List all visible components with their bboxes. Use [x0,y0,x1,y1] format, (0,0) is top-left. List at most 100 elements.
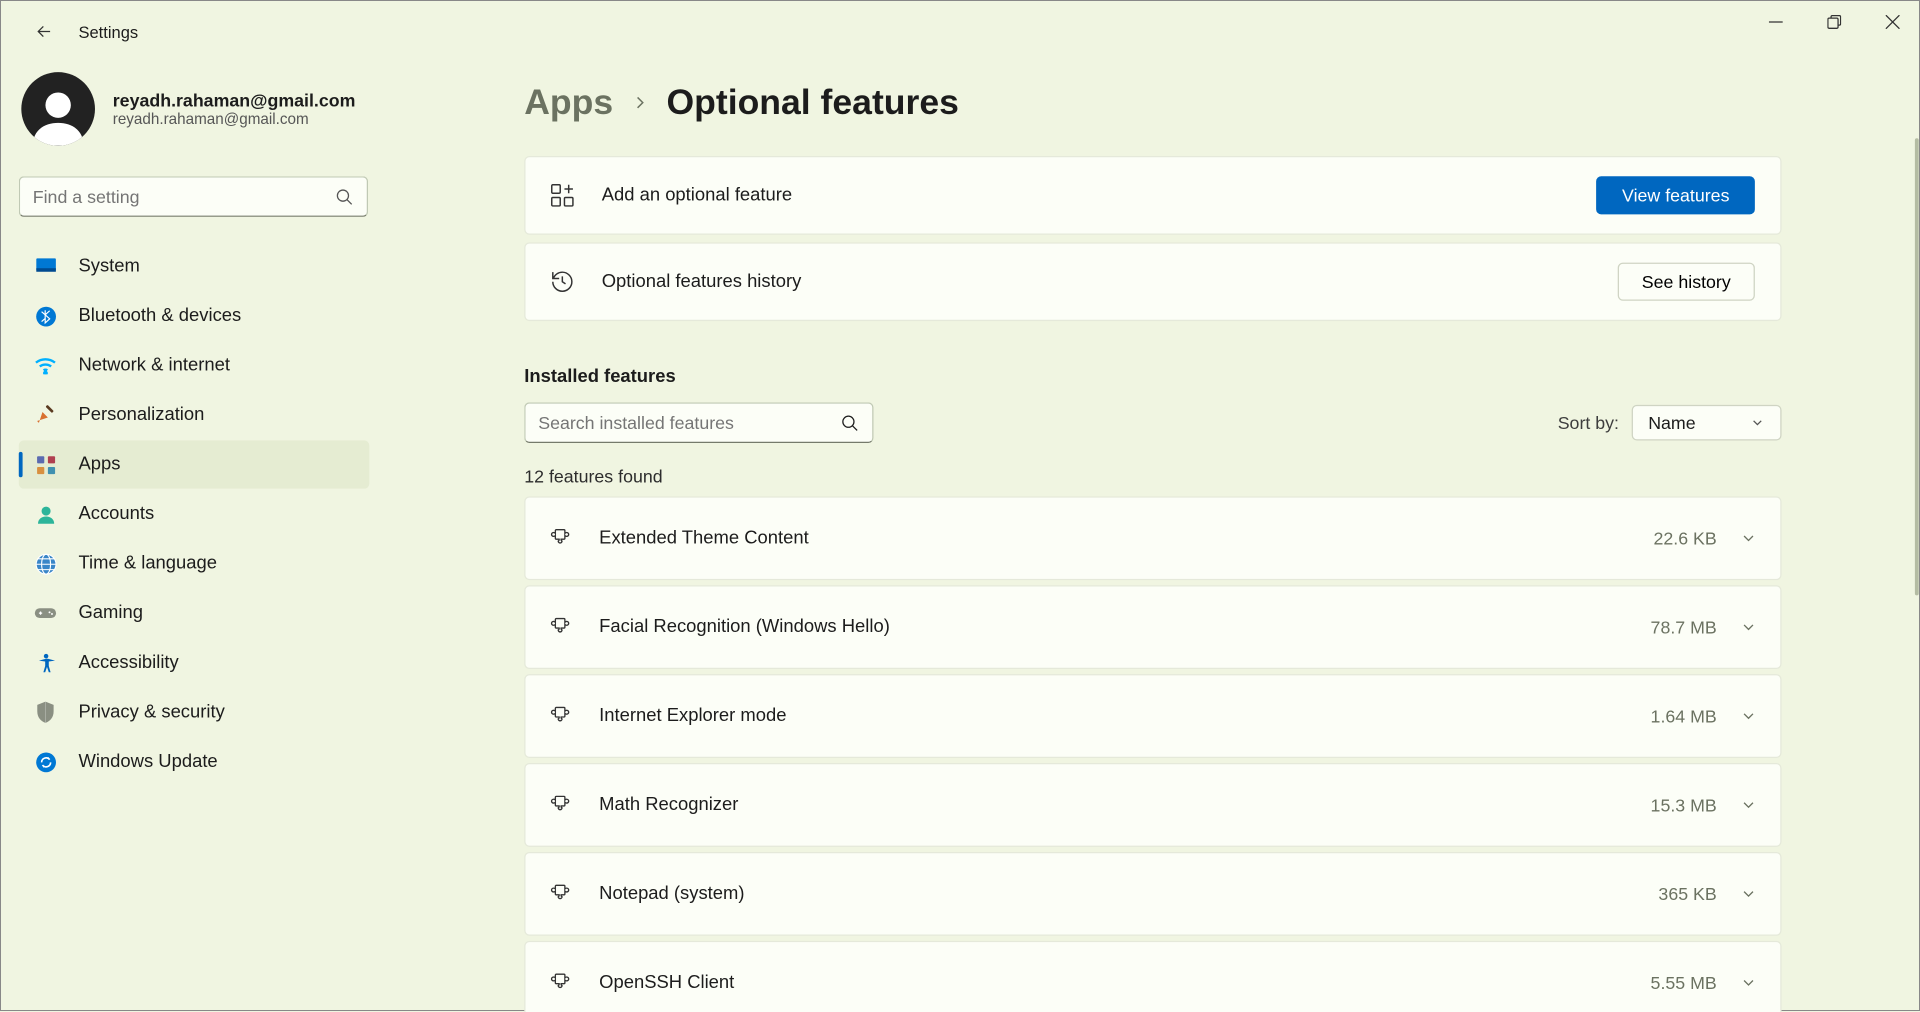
sidebar-item-update[interactable]: Windows Update [19,738,370,786]
puzzle-icon [548,614,573,639]
features-count: 12 features found [524,466,1781,486]
feature-size: 365 KB [1658,884,1716,904]
chevron-down-icon [1740,885,1758,903]
feature-size: 15.3 MB [1651,795,1717,815]
add-feature-card: Add an optional feature View features [524,156,1781,235]
puzzle-icon [548,970,573,995]
close-button[interactable] [1863,1,1920,42]
puzzle-icon [548,881,573,906]
sidebar-item-label: Network & internet [78,355,229,375]
back-button[interactable] [33,20,56,43]
feature-name: Math Recognizer [599,795,1650,815]
bluetooth-icon [34,305,57,328]
feature-row[interactable]: Math Recognizer 15.3 MB [524,763,1781,847]
account-email: reyadh.rahaman@gmail.com [113,110,356,128]
puzzle-icon [548,792,573,817]
sidebar-item-network[interactable]: Network & internet [19,341,370,389]
minimize-button[interactable] [1746,1,1804,42]
sidebar-item-personalization[interactable]: Personalization [19,391,370,439]
breadcrumb-parent[interactable]: Apps [524,82,613,123]
feature-name: Internet Explorer mode [599,706,1650,726]
access-icon [34,651,57,674]
feature-row[interactable]: OpenSSH Client 5.55 MB [524,941,1781,1012]
chevron-down-icon [1750,415,1765,430]
feature-row[interactable]: Notepad (system) 365 KB [524,852,1781,936]
feature-name: Notepad (system) [599,884,1658,904]
sort-label: Sort by: [1558,412,1619,432]
chevron-down-icon [1740,796,1758,814]
shield-icon [34,701,57,724]
maximize-button[interactable] [1804,1,1862,42]
history-icon [548,268,576,296]
feature-list: Extended Theme Content 22.6 KB Facial Re… [524,496,1781,1012]
installed-search-input[interactable] [538,412,840,432]
chevron-right-icon [631,94,649,112]
feature-name: OpenSSH Client [599,973,1650,993]
feature-row[interactable]: Extended Theme Content 22.6 KB [524,496,1781,580]
sidebar-item-label: Accounts [78,504,154,524]
person-icon [34,503,57,526]
apps-icon [34,453,57,476]
sidebar: reyadh.rahaman@gmail.com reyadh.rahaman@… [1,62,382,1012]
sidebar-item-gaming[interactable]: Gaming [19,589,370,637]
feature-size: 22.6 KB [1653,528,1716,548]
feature-size: 1.64 MB [1651,706,1717,726]
paint-icon [34,404,57,427]
wifi-icon [34,354,57,377]
feature-row[interactable]: Facial Recognition (Windows Hello) 78.7 … [524,585,1781,669]
installed-search[interactable] [524,402,873,443]
view-features-button[interactable]: View features [1597,176,1755,214]
see-history-button[interactable]: See history [1618,263,1755,301]
sort-value: Name [1648,412,1695,432]
feature-row[interactable]: Internet Explorer mode 1.64 MB [524,674,1781,758]
sidebar-item-accounts[interactable]: Accounts [19,490,370,538]
sidebar-item-label: Apps [78,454,120,474]
feature-size: 5.55 MB [1651,973,1717,993]
puzzle-icon [548,526,573,551]
installed-section-label: Installed features [524,367,1781,387]
avatar [21,72,95,146]
sidebar-item-label: Windows Update [78,752,217,772]
sidebar-item-label: Personalization [78,405,204,425]
feature-name: Extended Theme Content [599,528,1653,548]
sidebar-item-label: Time & language [78,553,217,573]
monitor-icon [34,255,57,278]
history-label: Optional features history [602,272,1618,292]
account-name: reyadh.rahaman@gmail.com [113,90,356,110]
sidebar-item-label: System [78,256,139,276]
history-card: Optional features history See history [524,242,1781,321]
search-icon [840,413,859,432]
scrollbar[interactable] [1915,138,1919,595]
sync-icon [34,750,57,773]
sidebar-item-label: Accessibility [78,653,178,673]
feature-name: Facial Recognition (Windows Hello) [599,617,1650,637]
account-block[interactable]: reyadh.rahaman@gmail.com reyadh.rahaman@… [19,72,382,163]
sidebar-item-apps[interactable]: Apps [19,440,370,488]
sidebar-search-input[interactable] [33,186,335,206]
sidebar-item-label: Privacy & security [78,702,224,722]
sidebar-item-time[interactable]: Time & language [19,539,370,587]
globe-icon [34,552,57,575]
gamepad-icon [34,602,57,625]
sidebar-item-bluetooth[interactable]: Bluetooth & devices [19,292,370,340]
sidebar-item-label: Bluetooth & devices [78,306,241,326]
feature-size: 78.7 MB [1651,617,1717,637]
sidebar-item-system[interactable]: System [19,242,370,290]
sort-select[interactable]: Name [1632,405,1782,441]
add-feature-label: Add an optional feature [602,185,1597,205]
chevron-down-icon [1740,618,1758,636]
sidebar-item-label: Gaming [78,603,142,623]
main: Apps Optional features Add an optional f… [382,62,1920,1012]
page-title: Optional features [666,82,958,123]
sidebar-item-accessibility[interactable]: Accessibility [19,639,370,687]
chevron-down-icon [1740,529,1758,547]
chevron-down-icon [1740,707,1758,725]
nav: System Bluetooth & devices Network & inter… [19,242,370,787]
chevron-down-icon [1740,974,1758,992]
titlebar: Settings [1,1,1920,62]
filter-row: Sort by: Name [524,402,1781,443]
puzzle-icon [548,703,573,728]
sidebar-search[interactable] [19,176,368,217]
add-app-icon [548,181,576,209]
sidebar-item-privacy[interactable]: Privacy & security [19,688,370,736]
